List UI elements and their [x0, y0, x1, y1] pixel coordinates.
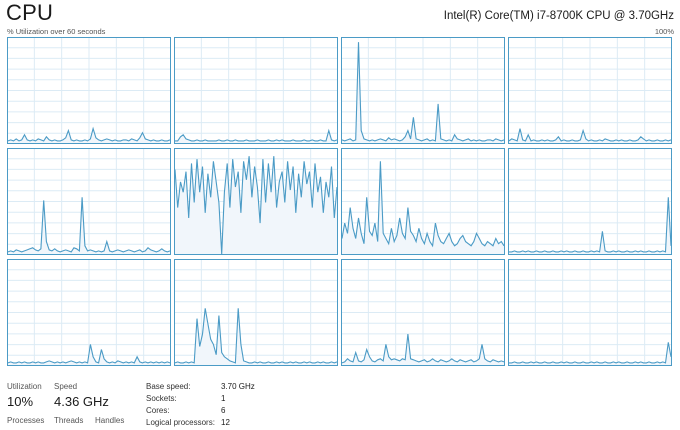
- base-speed-label: Base speed:: [146, 382, 191, 391]
- handles-label: Handles: [95, 416, 125, 425]
- sockets-label: Sockets:: [146, 394, 177, 403]
- cpu-core-graph-1[interactable]: [174, 37, 338, 144]
- page-title: CPU: [6, 0, 54, 25]
- utilization-label: Utilization: [7, 382, 42, 391]
- cores-value: 6: [221, 406, 226, 415]
- processes-label: Processes: [7, 416, 45, 425]
- cpu-core-graph-5[interactable]: [174, 148, 338, 255]
- cpu-model-label: Intel(R) Core(TM) i7-8700K CPU @ 3.70GHz: [443, 10, 674, 22]
- cpu-core-graph-2[interactable]: [341, 37, 505, 144]
- cpu-core-graph-8[interactable]: [7, 259, 171, 366]
- speed-value: 4.36 GHz: [54, 394, 109, 409]
- speed-label: Speed: [54, 382, 78, 391]
- logical-processors-label: Logical processors:: [146, 418, 215, 427]
- base-speed-value: 3.70 GHz: [221, 382, 255, 391]
- cpu-graph-grid[interactable]: [7, 37, 674, 366]
- cpu-core-graph-7[interactable]: [508, 148, 672, 255]
- cpu-core-graph-10[interactable]: [341, 259, 505, 366]
- cores-label: Cores:: [146, 406, 170, 415]
- cpu-core-graph-11[interactable]: [508, 259, 672, 366]
- sockets-value: 1: [221, 394, 226, 403]
- logical-processors-value: 12: [221, 418, 230, 427]
- threads-label: Threads: [54, 416, 84, 425]
- cpu-core-graph-4[interactable]: [7, 148, 171, 255]
- max-utilization-label: 100%: [654, 27, 674, 36]
- cpu-core-graph-6[interactable]: [341, 148, 505, 255]
- cpu-core-graph-9[interactable]: [174, 259, 338, 366]
- utilization-value: 10%: [7, 394, 34, 409]
- cpu-core-graph-3[interactable]: [508, 37, 672, 144]
- utilization-caption: % Utilization over 60 seconds: [7, 27, 106, 36]
- cpu-core-graph-0[interactable]: [7, 37, 171, 144]
